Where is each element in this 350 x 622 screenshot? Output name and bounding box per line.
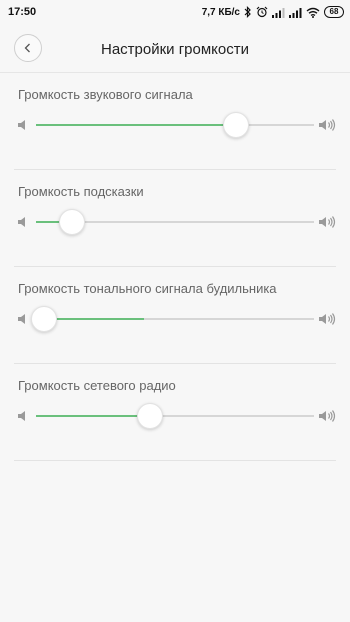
volume-setting: Громкость сетевого радио bbox=[0, 364, 350, 461]
page-title: Настройки громкости bbox=[100, 40, 249, 58]
volume-min-icon bbox=[18, 314, 25, 324]
status-time: 17:50 bbox=[8, 6, 37, 18]
battery-icon: 68 bbox=[324, 6, 344, 18]
volume-setting: Громкость подсказки bbox=[0, 170, 350, 267]
volume-max-icon bbox=[319, 410, 336, 422]
volume-min-icon bbox=[18, 411, 25, 421]
signal-icon bbox=[289, 7, 302, 18]
settings-list: Громкость звукового сигнала Громкость по… bbox=[0, 73, 350, 461]
alarm-icon bbox=[256, 6, 268, 18]
slider-thumb[interactable] bbox=[223, 112, 250, 138]
slider-fill bbox=[36, 415, 150, 417]
volume-max-icon bbox=[319, 216, 336, 228]
slider-thumb[interactable] bbox=[59, 209, 86, 235]
volume-max-icon bbox=[319, 119, 336, 131]
volume-setting: Громкость звукового сигнала bbox=[0, 73, 350, 170]
volume-setting: Громкость тонального сигнала будильника bbox=[0, 267, 350, 364]
volume-min-icon bbox=[18, 120, 25, 130]
setting-label: Громкость подсказки bbox=[18, 184, 144, 199]
row-divider bbox=[14, 460, 336, 461]
chevron-left-icon bbox=[22, 42, 34, 54]
network-speed: 7,7 КБ/с bbox=[201, 6, 240, 18]
setting-label: Громкость звукового сигнала bbox=[18, 87, 193, 102]
status-icons: 7,7 КБ/с 68 bbox=[202, 6, 344, 18]
volume-min-icon bbox=[18, 217, 25, 227]
volume-max-icon bbox=[319, 313, 336, 325]
wifi-icon bbox=[306, 7, 320, 18]
setting-label: Громкость тонального сигнала будильника bbox=[18, 281, 277, 296]
bluetooth-icon bbox=[244, 6, 252, 18]
slider-fill bbox=[36, 124, 237, 126]
back-button[interactable] bbox=[14, 34, 42, 62]
header: Настройки громкости bbox=[0, 24, 350, 74]
status-bar: 17:50 7,7 КБ/с 68 bbox=[0, 0, 350, 24]
volume-slider[interactable] bbox=[36, 209, 314, 235]
setting-label: Громкость сетевого радио bbox=[18, 378, 176, 393]
slider-thumb[interactable] bbox=[136, 403, 163, 429]
volume-slider[interactable] bbox=[31, 306, 314, 332]
signal-icon bbox=[272, 7, 285, 18]
slider-thumb[interactable] bbox=[31, 306, 58, 332]
volume-slider[interactable] bbox=[36, 112, 314, 138]
volume-slider[interactable] bbox=[36, 403, 314, 429]
